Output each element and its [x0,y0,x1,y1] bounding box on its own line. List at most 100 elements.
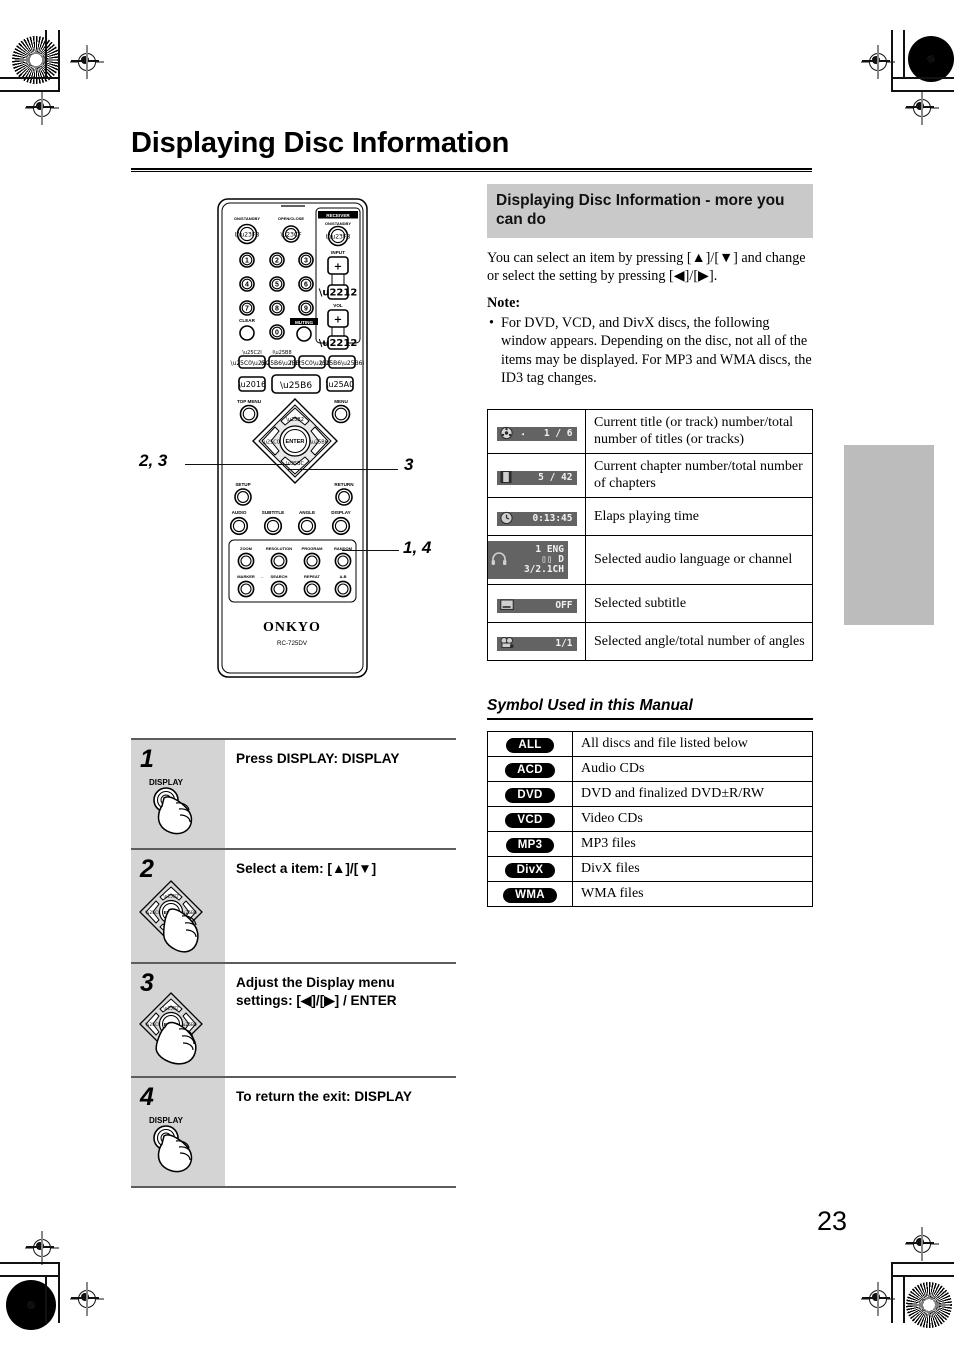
svg-text:PROGRAM: PROGRAM [302,546,324,551]
symbol-badge-cell: MP3 [487,831,573,858]
svg-text:\u25B2: \u25B2 [163,894,179,900]
symbol-description: All discs and file listed below [572,731,813,758]
svg-text:0: 0 [275,330,279,337]
table-row: DVD DVD and finalized DVD±R/RW [487,781,813,808]
svg-text:4: 4 [245,282,249,289]
callout-2-3: 2, 3 [139,451,168,470]
svg-text:\u2212: \u2212 [319,338,358,349]
svg-text:OPEN/CLOSE: OPEN/CLOSE [278,216,305,221]
svg-text:9: 9 [304,306,308,313]
symbol-heading-rule [487,718,813,721]
svg-text:\u25A0: \u25A0 [326,380,355,389]
dpad-up-down-press-icon: \u25B2 \u25BC \u25C0 \u25B6 ENTER [132,878,224,961]
svg-text:\u2212: \u2212 [319,288,358,299]
steps-table-wrapper: 1 DISPLAY Press DISPLAY: DISPLAY 2 \u25B… [131,738,456,1188]
table-row: 1/1 Selected angle/total number of angle… [487,622,813,662]
step-row-3: 3 \u25B2 \u25C0 \u25B6 Adjust the Displa… [131,962,456,1077]
note-bullet-text: For DVD, VCD, and DivX discs, the follow… [501,314,812,387]
osd-readout-time: 0:13:45 [496,511,577,526]
headphones-audio-icon [491,552,507,568]
svg-text:\u25C0: \u25C0 [145,1022,161,1028]
osd-readout-angle: 1/1 [496,636,577,651]
step-number-cell: 4 DISPLAY [131,1076,225,1188]
svg-text:\u2016: \u2016 [238,380,266,389]
svg-text:\u25B6: \u25B6 [280,381,312,391]
table-row: VCD Video CDs [487,806,813,833]
note-label: Note: [487,294,521,311]
table-row: DivX DivX files [487,856,813,883]
svg-text:\u25B6: \u25B6 [310,440,328,446]
svg-text:ZOOM: ZOOM [240,546,253,551]
svg-text:RESOLUTION: RESOLUTION [266,546,292,551]
osd-description: Selected angle/total number of angles [585,622,813,662]
svg-text:+: + [334,315,342,326]
svg-text:INPUT: INPUT [331,250,345,255]
svg-text:DISPLAY: DISPLAY [149,1116,184,1125]
svg-text:SEARCH: SEARCH [271,574,288,579]
svg-text:I/\u23FB: I/\u23FB [326,234,351,241]
step-number: 4 [140,1083,154,1111]
svg-text:SUBTITLE: SUBTITLE [262,510,284,515]
osd-readout-audio: 1 ENG ▯▯ D 3/2.1CH [488,541,568,580]
svg-text:2: 2 [275,258,279,265]
callout-leader-2-3 [185,464,290,466]
symbol-description: Audio CDs [572,756,813,783]
page-title: Displaying Disc Information [131,127,510,159]
table-row: MP3 MP3 files [487,831,813,858]
symbol-badge-cell: DivX [487,856,573,883]
svg-text:CLEAR: CLEAR [239,318,256,323]
symbol-description: Video CDs [572,806,813,833]
badge-all: ALL [506,737,554,754]
clock-icon [499,511,513,526]
svg-text:MARKER: MARKER [237,574,255,579]
symbol-badge-cell: DVD [487,781,573,808]
svg-text:I/\u23FB: I/\u23FB [235,232,260,239]
table-row: OFF Selected subtitle [487,584,813,624]
step-text: Adjust the Display menu settings: [◀]/[▶… [225,962,456,1077]
symbol-badge-cell: ALL [487,731,573,758]
bullet-glyph: • [489,314,494,331]
svg-text:+: + [334,262,342,273]
svg-text:RETURN: RETURN [334,482,354,487]
svg-text:8: 8 [275,306,279,313]
svg-text:RC-725DV: RC-725DV [277,640,308,647]
table-row: ◂ 1 / 6 Current title (or track) number/… [487,409,813,455]
symbol-badge-cell: WMA [487,881,573,908]
table-row: 0:13:45 Elaps playing time [487,497,813,537]
subtitle-icon [499,599,514,613]
osd-description: Elaps playing time [585,497,813,537]
svg-text:5: 5 [275,282,279,289]
symbol-section-heading: Symbol Used in this Manual [487,697,693,715]
display-button-press-icon: DISPLAY [132,772,224,847]
step-number-cell: 3 \u25B2 \u25C0 \u25B6 [131,962,225,1077]
table-row: 5 / 42 Current chapter number/total numb… [487,453,813,499]
osd-value-line3: 3/2.1CH [523,564,564,576]
svg-text:REPEAT: REPEAT [304,574,320,579]
section-heading: Displaying Disc Information - more you c… [487,184,813,238]
osd-value: 0:13:45 [532,512,573,524]
badge-vcd: VCD [505,812,555,829]
steps-table: 1 DISPLAY Press DISPLAY: DISPLAY 2 \u25B… [131,738,456,1188]
svg-text:MUTING: MUTING [295,320,314,325]
svg-text:3: 3 [304,258,308,265]
badge-acd: ACD [505,762,555,779]
step-row-1: 1 DISPLAY Press DISPLAY: DISPLAY [131,738,456,849]
osd-readout-chapter: 5 / 42 [496,470,577,485]
intro-paragraph: You can select an item by pressing [▲]/[… [487,250,806,285]
osd-value: 1/1 [555,637,573,649]
osd-value: 1 / 6 [543,427,573,439]
osd-readout-title: ◂ 1 / 6 [496,426,577,441]
camera-angle-icon [500,636,515,651]
osd-description: Selected audio language or channel [585,535,813,586]
svg-text:AUDIO: AUDIO [232,510,247,515]
osd-value: 5 / 42 [538,471,573,483]
symbol-table: ALL All discs and file listed below ACD … [487,731,813,908]
svg-text:\u23CF: \u23CF [280,232,302,239]
step-text: Press DISPLAY: DISPLAY [225,738,456,849]
osd-icon-cell: 1 ENG ▯▯ D 3/2.1CH [487,535,586,586]
symbol-description: DVD and finalized DVD±R/RW [572,781,813,808]
step-row-4: 4 DISPLAY To return the exit: DISPLAY [131,1076,456,1188]
svg-text:ANGLE: ANGLE [299,510,315,515]
table-row: WMA WMA files [487,881,813,908]
svg-text:RECEIVER: RECEIVER [326,213,350,218]
